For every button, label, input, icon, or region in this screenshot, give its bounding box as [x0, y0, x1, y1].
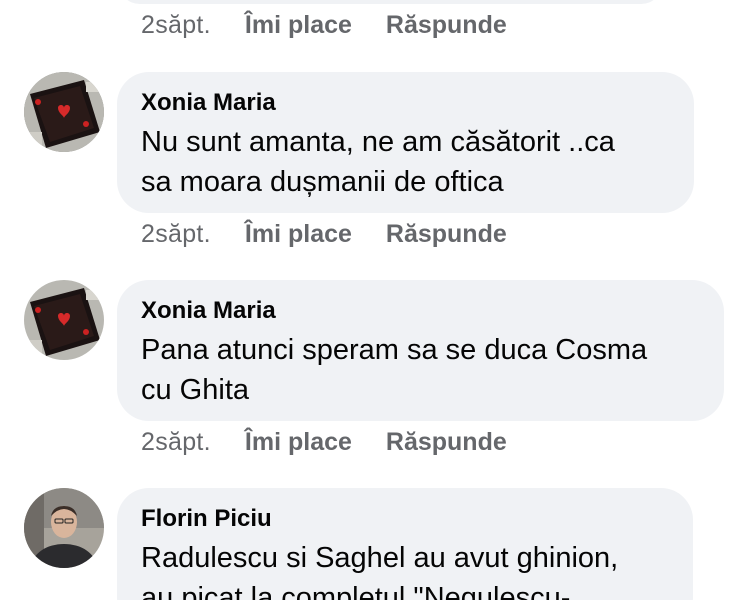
comment-text: Nu sunt amanta, ne am căsătorit ..ca sa … [141, 126, 615, 198]
reply-button[interactable]: Răspunde [386, 11, 507, 40]
reply-button[interactable]: Răspunde [386, 220, 507, 249]
comments-thread: 2săpt. Îmi place Răspunde Xonia Maria Nu… [0, 0, 750, 600]
comment-author[interactable]: Xonia Maria [141, 296, 700, 326]
reply-button[interactable]: Răspunde [386, 428, 507, 457]
comment-timestamp[interactable]: 2săpt. [141, 428, 211, 457]
avatar[interactable] [24, 72, 104, 152]
previous-comment-actions: 2săpt. Îmi place Răspunde [141, 5, 541, 45]
comment-bubble: Xonia Maria Pana atunci speram sa se duc… [117, 280, 724, 421]
comment-text: Radulescu si Saghel au avut ghinion, au … [141, 542, 619, 600]
comment-bubble: Xonia Maria Nu sunt amanta, ne am căsăto… [117, 72, 694, 213]
comment-actions: 2săpt. Îmi place Răspunde [141, 422, 541, 462]
like-button[interactable]: Îmi place [245, 11, 352, 40]
avatar[interactable] [24, 488, 104, 568]
comment-author[interactable]: Florin Piciu [141, 504, 669, 534]
like-button[interactable]: Îmi place [245, 220, 352, 249]
comment-timestamp[interactable]: 2săpt. [141, 220, 211, 249]
comment-actions: 2săpt. Îmi place Răspunde [141, 214, 541, 254]
comment-author[interactable]: Xonia Maria [141, 88, 670, 118]
avatar-dark-hearts-icon [24, 72, 104, 152]
previous-comment-bubble [118, 0, 663, 4]
avatar-man-photo-icon [24, 488, 104, 568]
like-button[interactable]: Îmi place [245, 428, 352, 457]
avatar[interactable] [24, 280, 104, 360]
comment-bubble: Florin Piciu Radulescu si Saghel au avut… [117, 488, 693, 600]
comment-text: Pana atunci speram sa se duca Cosma cu G… [141, 334, 648, 406]
avatar-dark-hearts-icon [24, 280, 104, 360]
comment-timestamp[interactable]: 2săpt. [141, 11, 211, 40]
